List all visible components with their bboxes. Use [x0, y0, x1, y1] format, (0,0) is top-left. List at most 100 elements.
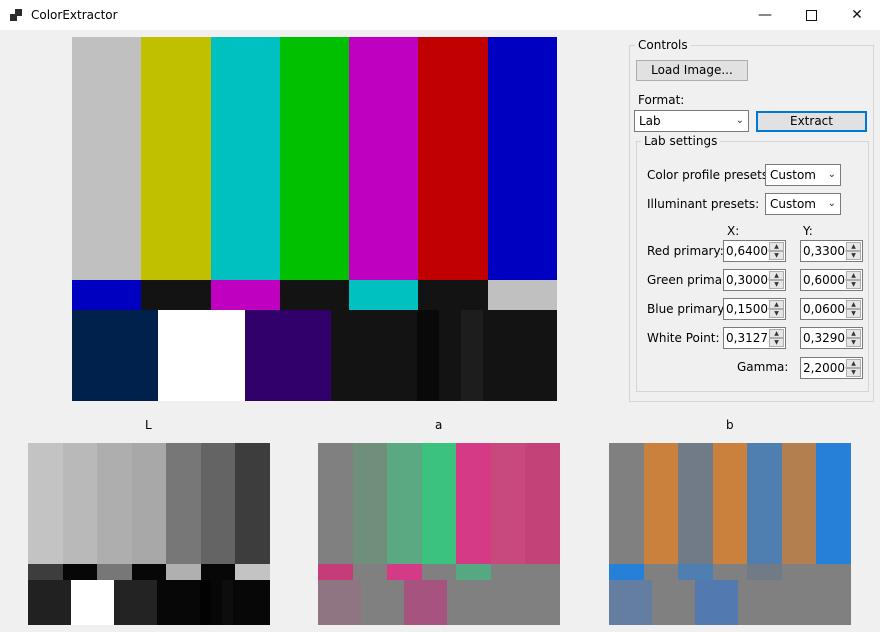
source-image	[72, 37, 558, 401]
primary-y-input[interactable]: 0,32903 ▲ ▼	[800, 327, 863, 349]
color-bar	[222, 580, 234, 625]
primary-x-spinner[interactable]: ▲ ▼	[769, 242, 784, 260]
spin-down-icon[interactable]: ▼	[769, 309, 784, 318]
color-bar	[361, 580, 405, 625]
primary-x-input[interactable]: 0,31272 ▲ ▼	[723, 327, 786, 349]
chevron-down-icon: ⌄	[735, 115, 744, 126]
channel-label-a: a	[435, 418, 443, 432]
color-bar	[71, 580, 115, 625]
color-bar	[330, 310, 418, 401]
color-bar	[211, 580, 223, 625]
close-button[interactable]: ✕	[834, 0, 880, 30]
primary-y-input[interactable]: 0,60000 ▲ ▼	[800, 269, 863, 291]
primary-x-input[interactable]: 0,64000 ▲ ▼	[723, 240, 786, 262]
color-bar	[200, 564, 236, 580]
minimize-icon: —	[758, 7, 772, 23]
spin-up-icon[interactable]: ▲	[846, 300, 861, 309]
color-bar	[387, 564, 423, 580]
format-label: Format:	[638, 93, 685, 107]
primary-y-spinner[interactable]: ▲ ▼	[846, 300, 861, 318]
color-bar	[525, 564, 561, 580]
color-bar	[210, 280, 281, 310]
spin-down-icon[interactable]: ▼	[769, 280, 784, 289]
primary-x-spinner[interactable]: ▲ ▼	[769, 271, 784, 289]
color-bar	[487, 37, 558, 280]
l-channel-image	[28, 443, 271, 625]
color-bar	[447, 580, 491, 625]
primary-y-input[interactable]: 0,06000 ▲ ▼	[800, 298, 863, 320]
color-bar	[816, 443, 852, 564]
color-bar	[643, 564, 679, 580]
color-bar	[28, 443, 64, 564]
gamma-spinner[interactable]: ▲ ▼	[846, 359, 861, 377]
color-bar	[678, 564, 714, 580]
format-select[interactable]: Lab ⌄	[634, 110, 749, 132]
color-bar	[747, 443, 783, 564]
primary-y-spinner[interactable]: ▲ ▼	[846, 271, 861, 289]
minimize-button[interactable]: —	[742, 0, 788, 30]
spin-down-icon[interactable]: ▼	[846, 309, 861, 318]
format-value: Lab	[639, 114, 661, 128]
color-bar	[490, 443, 526, 564]
spin-up-icon[interactable]: ▲	[846, 359, 861, 368]
a-channel-image	[318, 443, 561, 625]
gamma-input[interactable]: 2,20000 ▲ ▼	[800, 357, 863, 379]
gamma-label: Gamma:	[737, 360, 789, 374]
color-bar	[792, 580, 804, 625]
primary-y-input[interactable]: 0,33000 ▲ ▼	[800, 240, 863, 262]
color-bar	[456, 443, 492, 564]
color-bar	[417, 310, 440, 401]
color-bar	[643, 443, 679, 564]
illuminant-value: Custom	[770, 197, 816, 211]
illuminant-select[interactable]: Custom ⌄	[765, 193, 841, 215]
primary-x-input[interactable]: 0,15000 ▲ ▼	[723, 298, 786, 320]
primary-y-spinner[interactable]: ▲ ▼	[846, 242, 861, 260]
color-bar	[609, 443, 645, 564]
load-image-button[interactable]: Load Image...	[636, 60, 748, 81]
maximize-button[interactable]	[788, 0, 834, 30]
color-bar	[525, 443, 561, 564]
x-header: X:	[727, 224, 740, 238]
primary-x-spinner[interactable]: ▲ ▼	[769, 300, 784, 318]
color-bar	[738, 580, 782, 625]
primary-x-spinner[interactable]: ▲ ▼	[769, 329, 784, 347]
channel-label-l: L	[145, 418, 152, 432]
spin-up-icon[interactable]: ▲	[846, 271, 861, 280]
color-bar	[421, 443, 457, 564]
color-bar	[200, 443, 236, 564]
color-bar	[487, 280, 558, 310]
color-bar	[232, 580, 271, 625]
spin-up-icon[interactable]: ▲	[769, 242, 784, 251]
spin-down-icon[interactable]: ▼	[846, 368, 861, 377]
spin-down-icon[interactable]: ▼	[769, 338, 784, 347]
spin-down-icon[interactable]: ▼	[769, 251, 784, 260]
color-bar	[28, 564, 64, 580]
spin-down-icon[interactable]: ▼	[846, 338, 861, 347]
spin-up-icon[interactable]: ▲	[769, 329, 784, 338]
spin-down-icon[interactable]: ▼	[846, 251, 861, 260]
color-bar	[816, 564, 852, 580]
primary-x-input[interactable]: 0,30000 ▲ ▼	[723, 269, 786, 291]
spin-up-icon[interactable]: ▲	[846, 242, 861, 251]
spin-up-icon[interactable]: ▲	[769, 300, 784, 309]
spin-up-icon[interactable]: ▲	[846, 329, 861, 338]
spin-up-icon[interactable]: ▲	[769, 271, 784, 280]
extract-button[interactable]: Extract	[756, 111, 867, 132]
color-profile-select[interactable]: Custom ⌄	[765, 164, 841, 186]
color-bar	[352, 564, 388, 580]
controls-group-title: Controls	[635, 38, 691, 52]
primary-y-spinner[interactable]: ▲ ▼	[846, 329, 861, 347]
chevron-down-icon: ⌄	[827, 198, 836, 209]
color-bar	[781, 580, 793, 625]
color-bar	[421, 564, 457, 580]
spin-down-icon[interactable]: ▼	[846, 280, 861, 289]
color-bar	[141, 280, 212, 310]
color-bar	[62, 564, 98, 580]
color-bar	[609, 564, 645, 580]
color-bar	[318, 564, 354, 580]
color-bar	[158, 310, 246, 401]
color-bar	[244, 310, 332, 401]
lab-settings-title: Lab settings	[641, 134, 721, 148]
color-bar	[210, 37, 281, 280]
color-bar	[803, 580, 815, 625]
